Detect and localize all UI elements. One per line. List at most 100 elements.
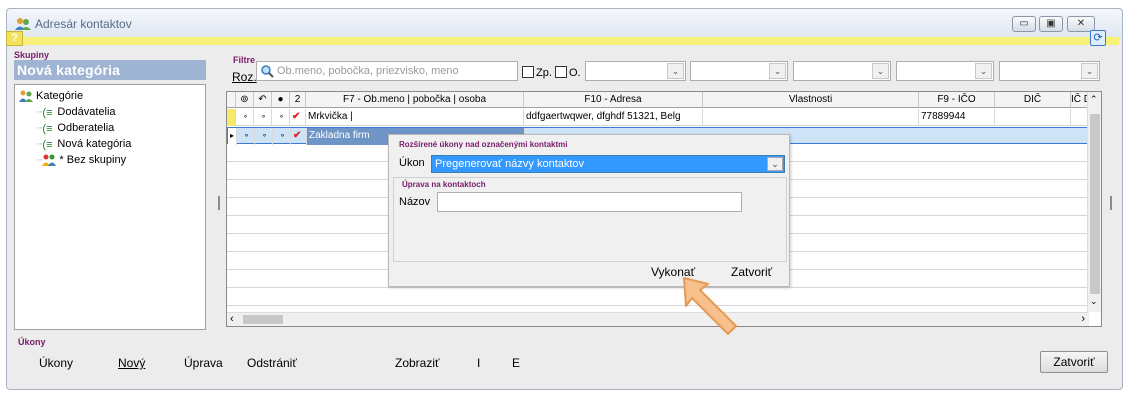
chevron-down-icon: ⌄ <box>667 63 684 79</box>
scroll-thumb[interactable] <box>1090 114 1100 294</box>
chevron-down-icon: ⌄ <box>975 63 992 79</box>
header-marker <box>227 92 236 108</box>
tree-label: Nová kategória <box>57 138 132 151</box>
splitter-handle[interactable] <box>218 196 220 210</box>
tree-label: Odberatelia <box>57 122 115 135</box>
new-button[interactable]: Nový <box>118 356 145 370</box>
app-people-icon <box>15 18 31 30</box>
filter-combo-4[interactable]: ⌄ <box>896 61 994 81</box>
chevron-down-icon: ⌄ <box>767 157 783 171</box>
people-color-icon <box>42 154 57 167</box>
info-bar <box>11 37 1119 45</box>
row-dot: ∘ <box>255 128 273 145</box>
header-comment-icon[interactable]: ● <box>272 92 290 108</box>
roz-label[interactable]: Roz. <box>232 70 257 84</box>
scroll-left-icon[interactable]: ‹ <box>230 313 234 325</box>
chevron-down-icon: ⌄ <box>769 63 786 79</box>
pointer-arrow-icon <box>683 277 737 335</box>
vertical-scrollbar[interactable]: ⌃ ⌄ <box>1087 92 1101 312</box>
ukon-value: Pregenerovať názvy kontaktov <box>435 158 585 170</box>
tree-node-bez-skupiny[interactable]: ┈ * Bez skupiny <box>19 153 205 169</box>
scroll-down-icon[interactable]: ⌄ <box>1090 296 1098 307</box>
cell-dic <box>995 109 1071 126</box>
check-icon: ✔ <box>290 109 306 126</box>
row-dot: ∘ <box>273 128 291 145</box>
tree-node-odberatelia[interactable]: ┈(≡ Odberatelia <box>19 121 205 137</box>
tree-label: * Bez skupiny <box>59 154 127 167</box>
row-dot: ∘ <box>237 128 255 145</box>
close-button[interactable]: Zatvoriť <box>1040 351 1108 373</box>
header-col-2[interactable]: 2 <box>290 92 306 108</box>
ukon-select[interactable]: Pregenerovať názvy kontaktov ⌄ <box>431 155 785 173</box>
chevron-down-icon: ⌄ <box>1081 63 1098 79</box>
tree-node-dodavatelia[interactable]: ┈(≡ Dodávatelia <box>19 105 205 121</box>
zp-checkbox[interactable] <box>522 66 534 78</box>
show-button[interactable]: Zobraziť <box>395 356 440 370</box>
current-category: Nová kategória <box>14 60 206 80</box>
filter-combo-5[interactable]: ⌄ <box>999 61 1100 81</box>
splitter-handle[interactable] <box>1110 196 1112 210</box>
list-icon: (≡ <box>42 107 53 120</box>
search-input[interactable]: Ob.meno, pobočka, priezvisko, meno <box>256 61 518 81</box>
title-bar: Adresár kontaktov ▭ ▣ ✕ <box>7 9 1122 37</box>
import-button[interactable]: I <box>477 356 480 370</box>
tree-node-kategorie[interactable]: Kategórie <box>19 89 205 105</box>
row-dot: ∘ <box>236 109 254 126</box>
cell-name: Mrkvička | <box>306 109 524 126</box>
header-dic[interactable]: DIČ <box>995 92 1071 108</box>
header-ico[interactable]: F9 - IČO <box>919 92 995 108</box>
o-label: O. <box>569 67 581 79</box>
maximize-button[interactable]: ▣ <box>1039 16 1063 32</box>
chevron-down-icon: ⌄ <box>872 63 889 79</box>
row-pointer-icon: ▸ <box>228 128 237 145</box>
actions-button[interactable]: Úkony <box>39 356 73 370</box>
filter-combo-3[interactable]: ⌄ <box>793 61 891 81</box>
delete-button[interactable]: Odstrániť <box>247 356 297 370</box>
nazov-label: Názov <box>399 196 431 208</box>
edit-group-title: Úprava na kontaktoch <box>402 180 486 189</box>
help-icon[interactable]: ? <box>6 31 23 46</box>
filter-combo-2[interactable]: ⌄ <box>690 61 788 81</box>
search-icon <box>261 65 274 78</box>
refresh-icon[interactable]: ⟳ <box>1090 30 1106 46</box>
table-row[interactable]: ∘ ∘ ∘ ✔ Mrkvička | ddfgaertwqwer, dfghdf… <box>227 109 1089 126</box>
row-marker <box>227 109 236 126</box>
check-icon: ✔ <box>291 128 307 145</box>
groups-label: Skupiny <box>14 50 50 60</box>
header-attach-icon[interactable]: ⊚ <box>236 92 254 108</box>
tree-node-nova-kategoria[interactable]: ┈(≡ Nová kategória <box>19 137 205 153</box>
header-name[interactable]: F7 - Ob.meno | pobočka | osoba <box>306 92 524 108</box>
nazov-input[interactable] <box>437 192 742 212</box>
search-placeholder: Ob.meno, pobočka, priezvisko, meno <box>277 65 459 77</box>
cell-address: ddfgaertwqwer, dfghdf 51321, Belg <box>524 109 703 126</box>
filters-label: Filtre <box>233 55 256 65</box>
header-address[interactable]: F10 - Adresa <box>524 92 703 108</box>
tree-label: Kategórie <box>36 90 84 103</box>
cell-properties <box>703 109 919 126</box>
export-button[interactable]: E <box>512 356 520 370</box>
cell-ico: 77889944 <box>919 109 995 126</box>
hscroll-thumb[interactable] <box>243 315 283 324</box>
category-tree[interactable]: Kategórie ┈(≡ Dodávatelia ┈(≡ Odberatelia … <box>14 84 206 330</box>
extended-actions-popup: Rozšírené úkony nad označenými kontaktmi… <box>388 134 790 287</box>
header-properties[interactable]: Vlastnosti <box>703 92 919 108</box>
people-icon <box>19 90 33 103</box>
horizontal-scrollbar[interactable]: ‹ › <box>227 312 1089 326</box>
edit-button[interactable]: Úprava <box>184 356 223 370</box>
table-row-empty <box>227 289 1089 306</box>
list-icon: (≡ <box>42 139 53 152</box>
list-icon: (≡ <box>42 123 53 136</box>
header-undo-icon[interactable]: ↶ <box>254 92 272 108</box>
minimize-button[interactable]: ▭ <box>1012 16 1036 32</box>
tree-label: Dodávatelia <box>57 106 116 119</box>
scroll-right-icon[interactable]: › <box>1081 313 1085 325</box>
scroll-up-icon[interactable]: ⌃ <box>1090 94 1098 105</box>
filter-combo-1[interactable]: ⌄ <box>585 61 686 81</box>
o-checkbox[interactable] <box>555 66 567 78</box>
window-title: Adresár kontaktov <box>35 17 132 31</box>
row-dot: ∘ <box>254 109 272 126</box>
popup-title: Rozšírené úkony nad označenými kontaktmi <box>399 140 568 149</box>
ukon-label: Úkon <box>399 157 425 169</box>
zp-label: Zp. <box>536 67 552 79</box>
edit-group: Úprava na kontaktoch <box>393 177 787 262</box>
